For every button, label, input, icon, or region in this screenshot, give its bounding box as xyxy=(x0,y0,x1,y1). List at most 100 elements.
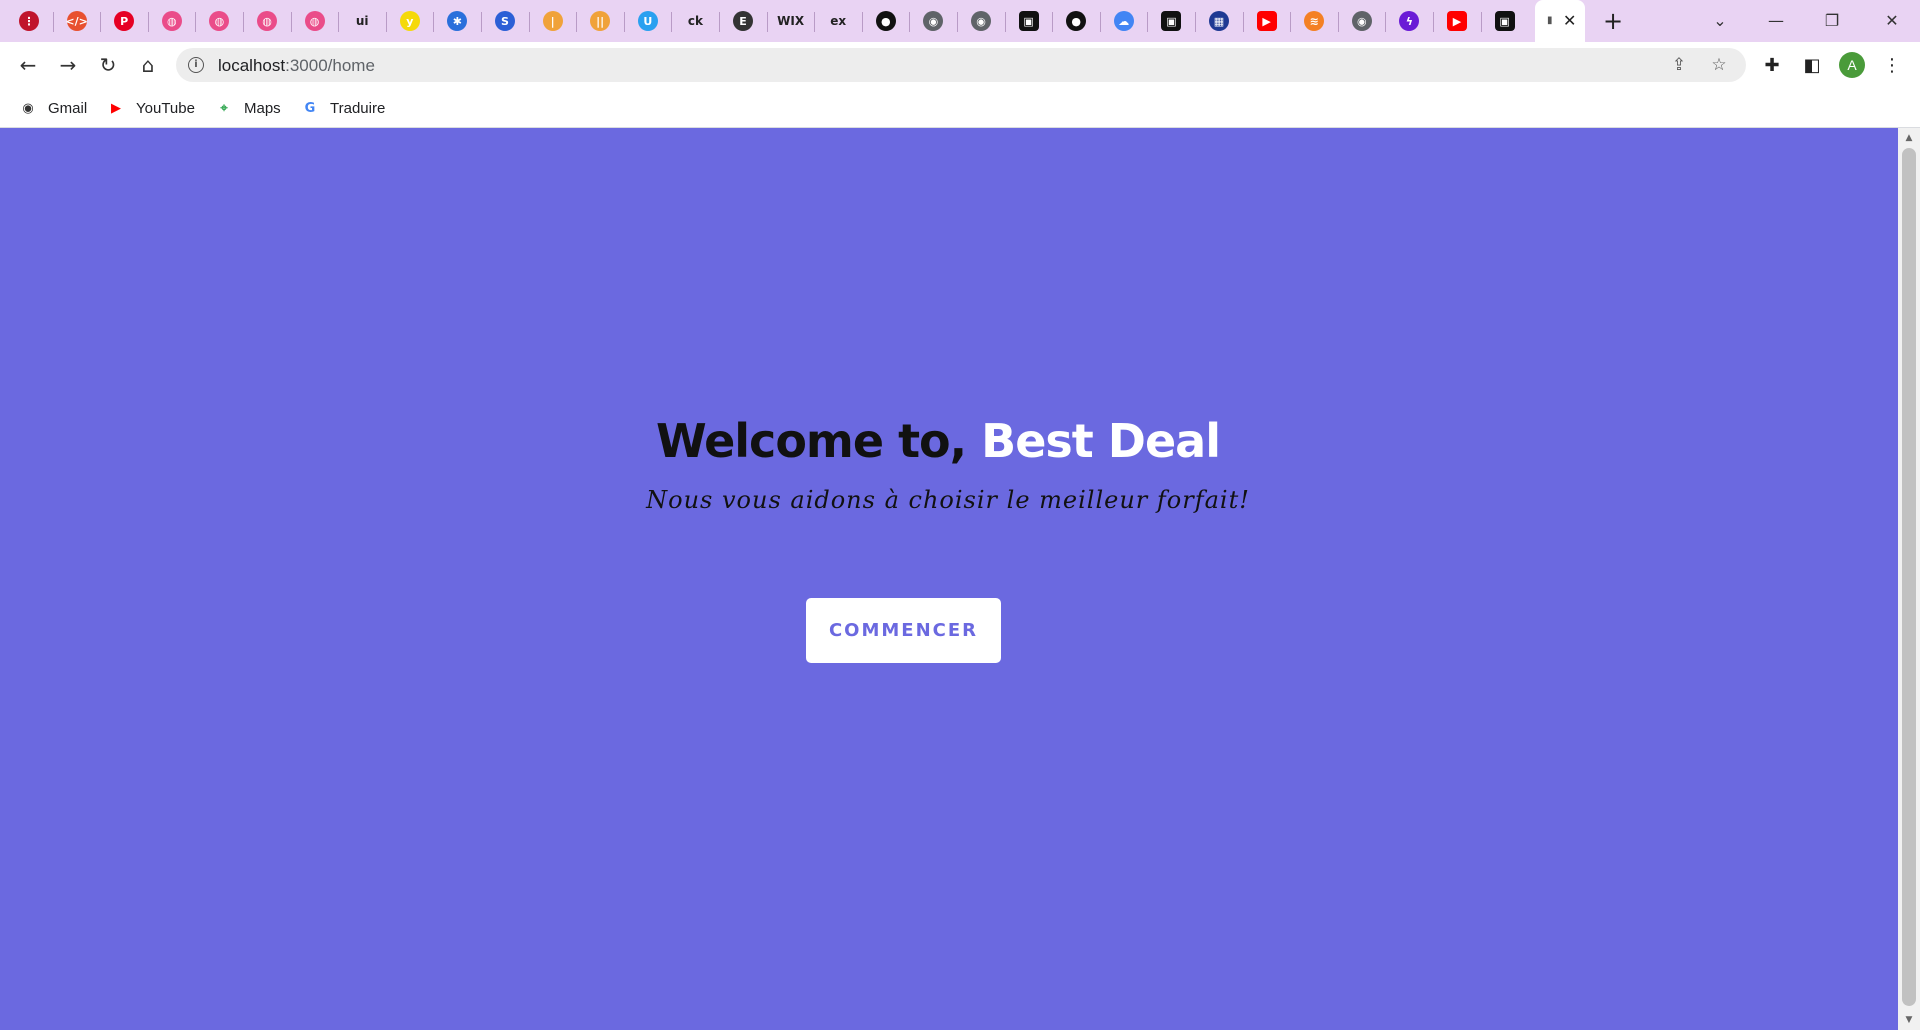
tab-separator xyxy=(528,12,530,32)
tab-search-icon[interactable]: ⌄ xyxy=(1692,0,1748,40)
tab-separator xyxy=(433,12,435,32)
bookmark-traduire[interactable]: G Traduire xyxy=(300,96,386,120)
bolt-icon: ϟ xyxy=(1399,11,1420,31)
s-icon: S xyxy=(495,11,515,31)
browser-tab[interactable]: S xyxy=(482,4,528,38)
hero-title-prefix: Welcome to, xyxy=(655,414,982,468)
browser-tab[interactable]: ▣ xyxy=(1006,4,1052,38)
browser-tab[interactable]: ▣ xyxy=(1482,4,1528,38)
address-bar[interactable]: i localhost:3000/home ⇪ ☆ xyxy=(176,48,1746,82)
ui-icon: ui xyxy=(355,14,369,28)
browser-tab[interactable]: | xyxy=(530,4,576,38)
bookmark-maps[interactable]: ⌖ Maps xyxy=(214,96,280,120)
browser-tab[interactable]: ▶ xyxy=(1244,4,1290,38)
menu-icon[interactable]: ⋮ xyxy=(1878,51,1906,79)
forward-icon[interactable]: → xyxy=(52,49,84,81)
tab-separator xyxy=(290,12,292,32)
tab-separator xyxy=(481,12,482,32)
site-info-icon[interactable]: i xyxy=(188,57,204,73)
close-tab-icon[interactable]: ✕ xyxy=(1563,13,1576,29)
scrollbar-thumb[interactable] xyxy=(1902,148,1916,1006)
dribbble-icon: ◍ xyxy=(257,11,277,31)
github-icon: ● xyxy=(1066,11,1087,31)
browser-tab[interactable]: U xyxy=(625,4,671,38)
browser-tab[interactable]: ▦ xyxy=(1196,4,1242,38)
tab-separator xyxy=(52,12,54,32)
youtube-icon: ▶ xyxy=(1447,11,1467,31)
bars-icon: | xyxy=(542,11,563,31)
browser-tab[interactable]: ◍ xyxy=(244,4,290,38)
y-icon: y xyxy=(399,11,420,31)
browser-tab[interactable]: ◉ xyxy=(958,4,1004,38)
browser-tab[interactable]: ▣ xyxy=(1148,4,1194,38)
browser-tab[interactable]: WIX xyxy=(768,4,814,38)
commencer-button[interactable]: COMMENCER xyxy=(806,598,1001,663)
browser-tab[interactable]: ϟ xyxy=(1386,4,1432,38)
scroll-down-icon[interactable]: ▼ xyxy=(1898,1012,1920,1028)
url-path: :3000/home xyxy=(285,56,375,75)
browser-tab[interactable]: ◉ xyxy=(1339,4,1385,38)
tab-separator xyxy=(671,12,673,32)
browser-tab[interactable]: ◍ xyxy=(149,4,195,38)
tab-separator xyxy=(909,12,911,32)
browser-tab[interactable]: ◉ xyxy=(910,4,956,38)
translate-icon: G xyxy=(304,100,316,116)
home-icon[interactable]: ⌂ xyxy=(132,49,164,81)
extensions-icon[interactable]: ✚ xyxy=(1758,51,1786,79)
url-text[interactable]: localhost:3000/home xyxy=(218,56,375,76)
browser-tab[interactable]: ☁ xyxy=(1101,4,1147,38)
tab-separator xyxy=(1195,12,1196,32)
youtube-icon: ▶ xyxy=(1256,11,1277,31)
avatar: A xyxy=(1839,52,1865,78)
browser-tab[interactable]: ● xyxy=(1053,4,1099,38)
ex-icon: ex xyxy=(830,14,847,28)
new-tab-button[interactable]: + xyxy=(1598,6,1628,36)
tab-separator xyxy=(623,12,625,32)
browser-tab[interactable]: ◍ xyxy=(292,4,338,38)
browser-tab[interactable]: </> xyxy=(54,4,100,38)
browser-tab[interactable]: ● xyxy=(863,4,909,38)
hero-title-brand: Best Deal xyxy=(981,414,1221,468)
minimize-icon[interactable]: — xyxy=(1748,0,1804,40)
browser-tab[interactable]: E xyxy=(720,4,766,38)
tab-separator xyxy=(1290,12,1292,32)
u-icon: U xyxy=(637,11,658,31)
puzzle-blocks-icon: ✱ xyxy=(447,11,468,31)
side-panel-icon[interactable]: ◧ xyxy=(1798,51,1826,79)
bookmark-star-icon[interactable]: ☆ xyxy=(1708,54,1730,76)
profile-avatar[interactable]: A xyxy=(1838,51,1866,79)
browser-tab[interactable]: ✱ xyxy=(434,4,480,38)
bookmark-gmail[interactable]: ◉ Gmail xyxy=(18,96,87,120)
browser-tab[interactable]: ◍ xyxy=(196,4,242,38)
dots-icon: ⋮ xyxy=(19,11,39,31)
close-window-icon[interactable]: ✕ xyxy=(1864,0,1920,40)
ck-icon: ck xyxy=(687,14,703,28)
google-cloud-icon: ☁ xyxy=(1113,11,1134,31)
browser-tab[interactable]: y xyxy=(387,4,433,38)
bookmark-youtube[interactable]: ▶ YouTube xyxy=(106,96,195,120)
stack-icon: ≋ xyxy=(1304,11,1325,31)
tab-separator xyxy=(147,12,149,32)
restore-icon[interactable]: ❐ xyxy=(1804,0,1860,40)
tab-separator xyxy=(1052,12,1054,32)
dribbble-icon: ◍ xyxy=(161,11,182,31)
active-tab[interactable]: ▮ ✕ xyxy=(1535,0,1585,42)
scroll-up-icon[interactable]: ▲ xyxy=(1898,130,1920,146)
back-icon[interactable]: ← xyxy=(12,49,44,81)
browser-tab[interactable]: ▶ xyxy=(1434,4,1480,38)
hero-title: Welcome to, Best Deal xyxy=(0,414,1876,468)
browser-tab[interactable]: P xyxy=(101,4,147,38)
browser-tab[interactable]: ck xyxy=(672,4,718,38)
browser-tab[interactable]: ex xyxy=(815,4,861,38)
browser-tab[interactable]: ⋮ xyxy=(6,4,52,38)
share-icon[interactable]: ⇪ xyxy=(1668,54,1690,76)
page-favicon: ▮ xyxy=(1547,15,1553,26)
tab-separator xyxy=(385,12,387,32)
vertical-scrollbar[interactable]: ▲ ▼ xyxy=(1898,128,1920,1030)
browser-tab[interactable]: || xyxy=(577,4,623,38)
page-viewport: Welcome to, Best Deal Nous vous aidons à… xyxy=(0,128,1898,1030)
browser-tab[interactable]: ui xyxy=(339,4,385,38)
browser-tab[interactable]: ≋ xyxy=(1291,4,1337,38)
tab-separator xyxy=(766,12,768,32)
reload-icon[interactable]: ↻ xyxy=(92,49,124,81)
